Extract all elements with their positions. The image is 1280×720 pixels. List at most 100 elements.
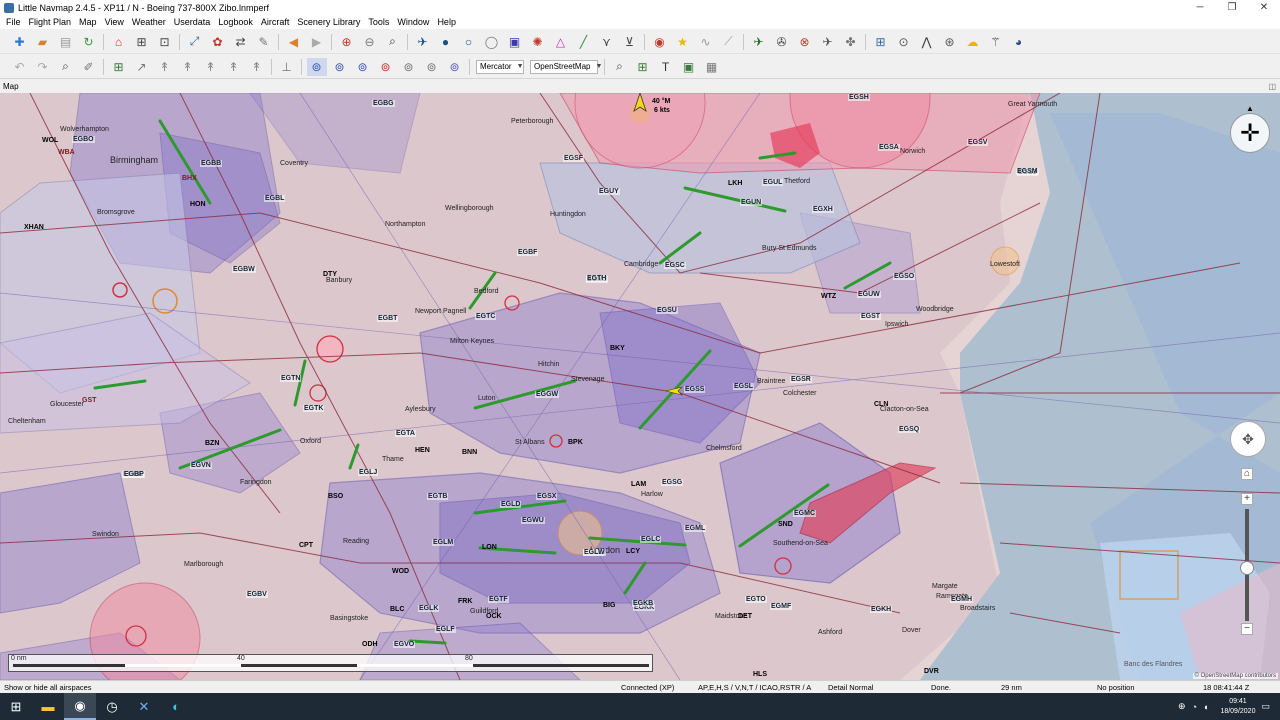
airport-label[interactable]: EGSF [563, 155, 585, 162]
navaid-label[interactable]: CLN [874, 401, 888, 408]
navaid-label[interactable]: BNN [462, 449, 477, 456]
airspace-altitude-icon[interactable]: ⊚ [422, 58, 442, 76]
airport-label[interactable]: EGLC [640, 536, 662, 543]
navaid-label[interactable]: BIG [603, 602, 615, 609]
ai-aircraft-icon[interactable]: ✇ [772, 33, 792, 51]
zoom-out-icon[interactable]: ⊖ [360, 33, 380, 51]
navaid-label[interactable]: BKY [610, 345, 625, 352]
menu-tools[interactable]: Tools [364, 17, 393, 27]
ils-icon[interactable]: ▣ [505, 33, 525, 51]
procedure-2-icon[interactable]: ↟ [178, 58, 198, 76]
airport-label[interactable]: EGSH [848, 94, 870, 101]
airport-label[interactable]: EGSR [790, 376, 812, 383]
airport-label[interactable]: EGSL [733, 383, 755, 390]
airport-label[interactable]: EGTO [745, 596, 767, 603]
navaid-label[interactable]: DVR [924, 668, 939, 675]
minimize-button[interactable]: ─ [1184, 0, 1216, 15]
airport-label[interactable]: EGVN [190, 462, 212, 469]
start-button[interactable]: ⊞ [0, 693, 32, 720]
navaid-label[interactable]: XHAN [24, 224, 44, 231]
redo-icon[interactable]: ↷ [33, 58, 53, 76]
airport-label[interactable]: EGXH [812, 206, 834, 213]
navaid-label[interactable]: BLC [390, 606, 404, 613]
notifications-icon[interactable]: ▭ [1261, 701, 1270, 712]
procedure-4-icon[interactable]: ↟ [224, 58, 244, 76]
victor-airways-icon[interactable]: ⋎ [597, 33, 617, 51]
undo-icon[interactable]: ↶ [10, 58, 30, 76]
map-view[interactable]: Birmingham Wolverhampton Bromsgrove Cove… [0, 93, 1280, 680]
airport-label[interactable]: EGTB [427, 493, 449, 500]
measure-icon[interactable]: ⊥ [277, 58, 297, 76]
airspace-centre-icon[interactable]: ⊚ [353, 58, 373, 76]
menu-help[interactable]: Help [433, 17, 460, 27]
airport-label[interactable]: EGGW [535, 391, 560, 398]
menu-aircraft[interactable]: Aircraft [257, 17, 294, 27]
menu-scenery-library[interactable]: Scenery Library [293, 17, 364, 27]
navaid-label[interactable]: HEN [415, 447, 430, 454]
airport-label[interactable]: EGTC [475, 313, 497, 320]
navaid-label[interactable]: HON [190, 201, 206, 208]
terrain-icon[interactable]: ⋀ [917, 33, 937, 51]
edit-route-icon[interactable]: ⊞ [109, 58, 129, 76]
compass-rose-icon[interactable]: ⊙ [894, 33, 914, 51]
airport-label[interactable]: EGUW [857, 291, 881, 298]
airport-label[interactable]: EGUL [762, 179, 784, 186]
airport-label[interactable]: EGLJ [358, 469, 379, 476]
navaid-label[interactable]: FRK [458, 598, 472, 605]
clear-route-icon[interactable]: ✎ [254, 33, 274, 51]
layout-icon[interactable]: ▦ [702, 58, 722, 76]
forward-icon[interactable]: ▶ [307, 33, 327, 51]
route-calc-icon[interactable]: ✿ [208, 33, 228, 51]
navaid-label[interactable]: BZN [205, 440, 219, 447]
file-explorer-icon[interactable]: ▬ [32, 693, 64, 720]
open-flightplan-icon[interactable]: ▰ [33, 33, 53, 51]
airport-label[interactable]: EGSO [893, 273, 916, 280]
navaid-label[interactable]: BPK [568, 439, 583, 446]
weather-radar-icon[interactable]: ⊛ [940, 33, 960, 51]
map-details-icon[interactable]: ⊞ [633, 58, 653, 76]
airways-icon[interactable]: ◯ [482, 33, 502, 51]
zoom-out-button[interactable]: − [1241, 623, 1253, 635]
tray-volume-icon[interactable]: ◖ [1203, 702, 1208, 712]
airport-label[interactable]: EGSM [1016, 168, 1039, 175]
fit-flightplan-icon[interactable]: ⊡ [155, 33, 175, 51]
map-image-icon[interactable]: ▣ [679, 58, 699, 76]
undock-icon[interactable]: ◫ [1268, 80, 1276, 93]
weather-icon[interactable]: ☁ [963, 33, 983, 51]
navaid-label[interactable]: SND [778, 521, 793, 528]
xplane-task-icon[interactable]: ◷ [96, 693, 128, 720]
airport-label[interactable]: EGML [684, 525, 707, 532]
navaid-label[interactable]: BHX [182, 175, 197, 182]
littlenavmap-task-icon[interactable]: ◉ [64, 693, 96, 720]
airport-label[interactable]: EGUN [740, 199, 763, 206]
airport-label[interactable]: EGBO [72, 136, 95, 143]
globe-icon[interactable]: ◕ [1009, 33, 1029, 51]
reverse-route-icon[interactable]: ⇄ [231, 33, 251, 51]
navaid-label[interactable]: LKH [728, 180, 742, 187]
airport-label[interactable]: EGSX [536, 493, 558, 500]
airport-label[interactable]: EGMC [793, 510, 816, 517]
navaid-label[interactable]: LCY [626, 548, 640, 555]
tracks-icon[interactable]: ⊻ [620, 33, 640, 51]
magnifier-icon[interactable]: ⌕ [56, 58, 76, 76]
airport-label[interactable]: EGTH [586, 275, 608, 282]
back-icon[interactable]: ◀ [284, 33, 304, 51]
close-button[interactable]: ✕ [1248, 0, 1280, 15]
airport-label[interactable]: EGST [860, 313, 882, 320]
center-aircraft-icon[interactable]: ⊞ [132, 33, 152, 51]
procedure-1-icon[interactable]: ↟ [155, 58, 175, 76]
airspace-class-icon[interactable]: ⊚ [306, 57, 327, 76]
airports-icon[interactable]: ✈ [413, 33, 433, 51]
airspace-restricted-icon[interactable]: ⊚ [376, 58, 396, 76]
airport-label[interactable]: EGSV [967, 139, 989, 146]
projection-select[interactable]: Mercator ▼ [476, 59, 524, 74]
airport-label[interactable]: EGLM [432, 539, 455, 546]
airport-label[interactable]: EGTK [303, 405, 325, 412]
maximize-button[interactable]: ❐ [1216, 0, 1248, 15]
airport-label[interactable]: EGSS [684, 386, 706, 393]
plane-flight-icon[interactable]: ↗ [132, 58, 152, 76]
navaid-label[interactable]: ODH [362, 641, 378, 648]
zoom-in-button[interactable]: + [1241, 493, 1253, 505]
menu-file[interactable]: File [2, 17, 25, 27]
ndb-icon[interactable]: ● [436, 33, 456, 51]
